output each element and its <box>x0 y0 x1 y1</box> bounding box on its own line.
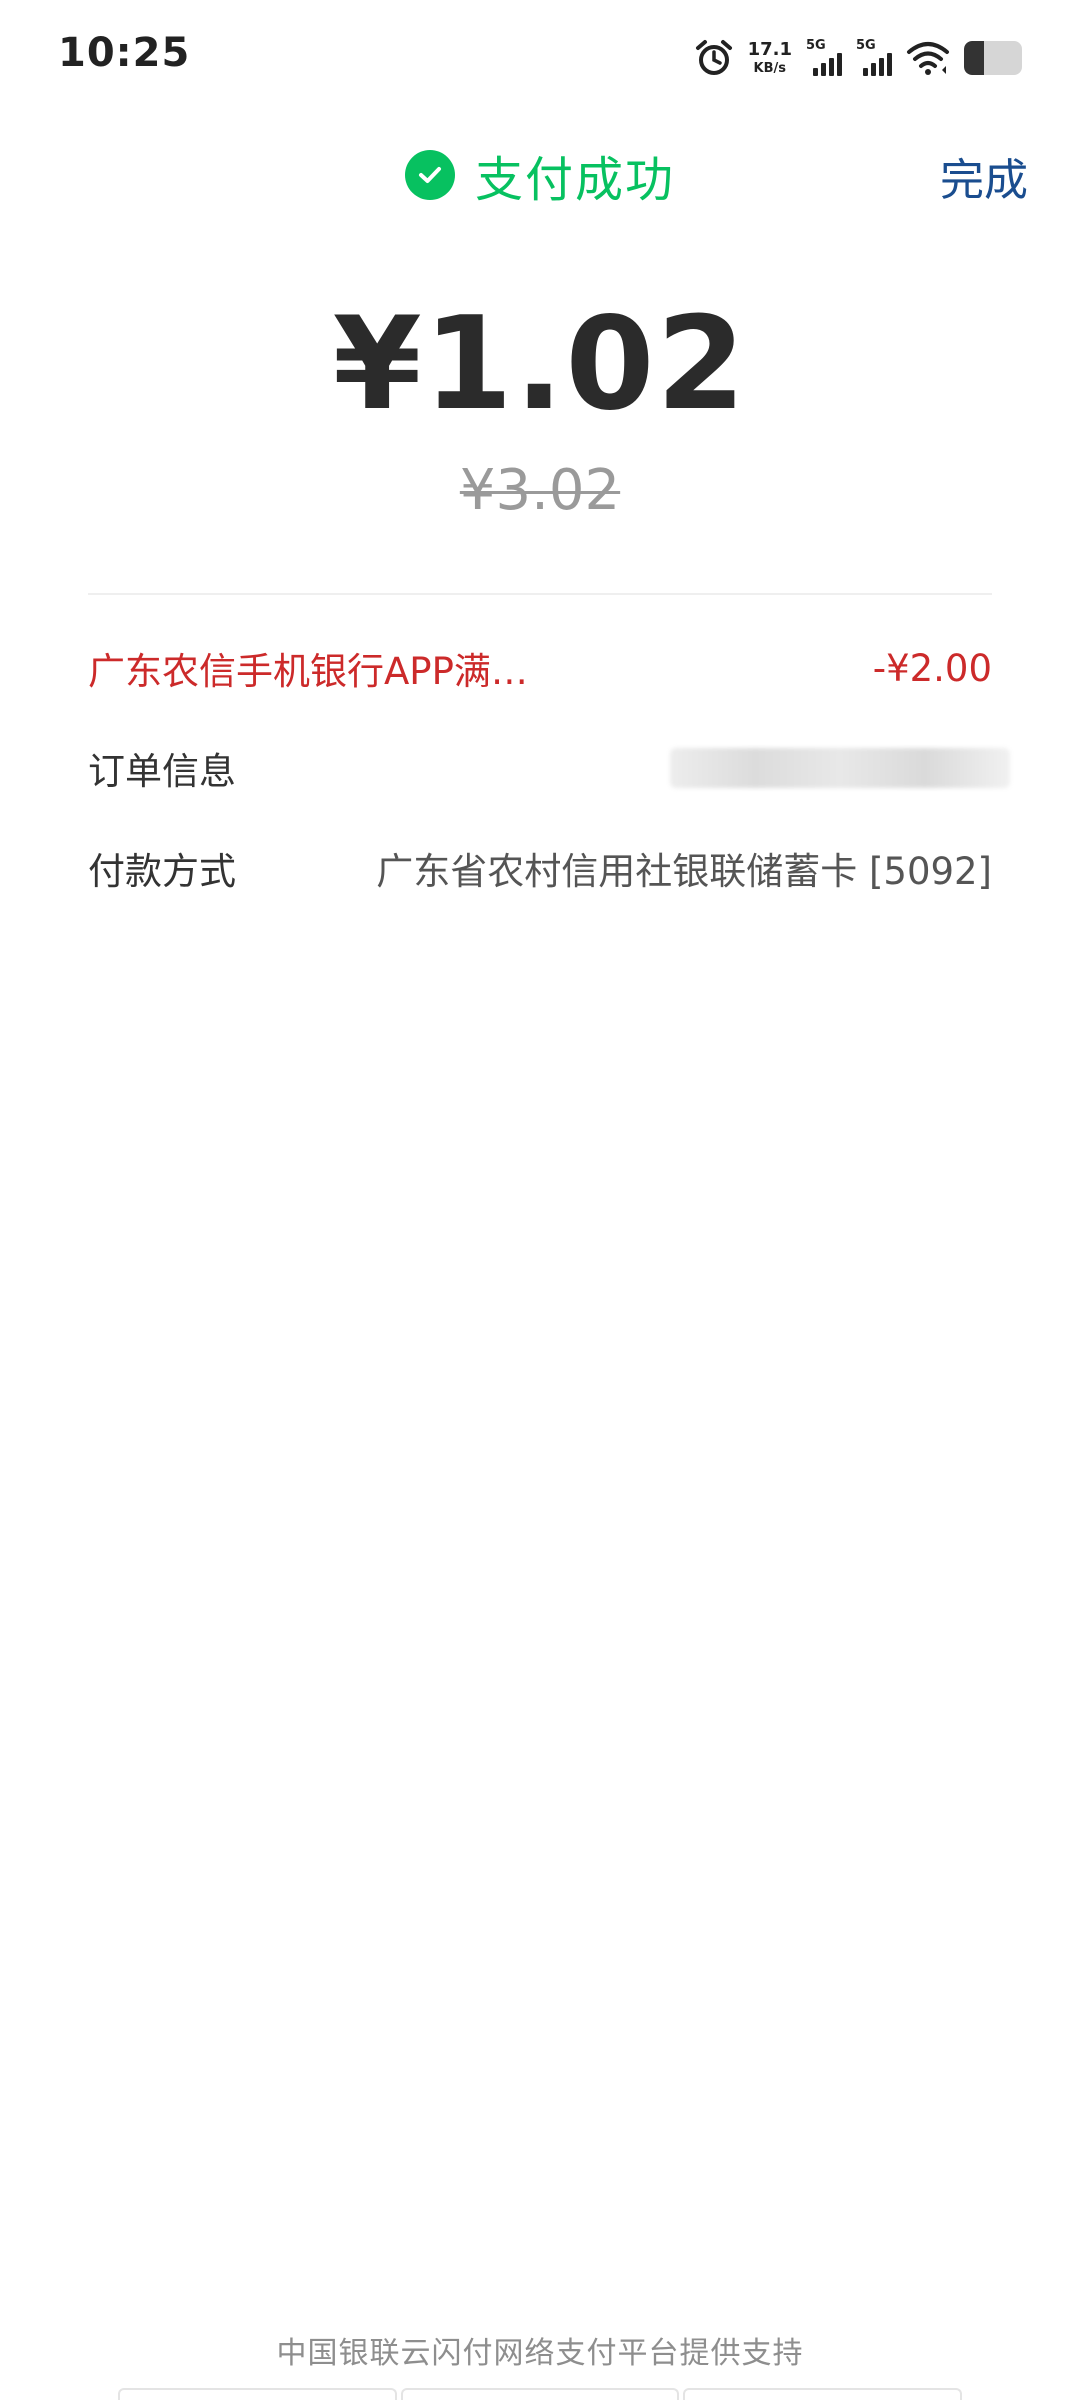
status-bar: 10:25 17.1 KB/s 5G 5G <box>0 0 1080 120</box>
wifi-icon <box>906 40 950 76</box>
signal-5g-2-icon: 5G <box>856 38 892 78</box>
done-button[interactable]: 完成 <box>940 144 1028 208</box>
success-check-icon <box>404 150 455 200</box>
order-info-row[interactable]: 订单信息 <box>88 738 1010 798</box>
status-icons: 17.1 KB/s 5G 5G <box>694 34 1022 82</box>
discount-label: 广东农信手机银行APP满… <box>88 650 528 693</box>
order-info-redacted-value <box>670 748 1010 788</box>
footer-bar <box>118 2388 963 2400</box>
signal-5g-1-label: 5G <box>806 38 826 53</box>
network-speed-unit: KB/s <box>753 61 787 76</box>
order-info-label: 订单信息 <box>88 750 236 793</box>
discount-value: -¥2.00 <box>872 646 992 690</box>
divider <box>88 593 992 595</box>
battery-icon <box>964 41 1022 75</box>
footer-text: 中国银联云闪付网络支付平台提供支持 <box>276 2336 804 2371</box>
discount-row[interactable]: 广东农信手机银行APP满… -¥2.00 <box>88 638 992 698</box>
network-speed-value: 17.1 <box>747 39 792 60</box>
header: 支付成功 完成 <box>0 130 1080 220</box>
alarm-icon <box>694 38 734 78</box>
payment-method-label: 付款方式 <box>88 850 236 893</box>
status-time: 10:25 <box>58 30 191 76</box>
paid-amount: ¥1.02 <box>332 290 748 439</box>
original-amount: ¥3.02 <box>459 458 621 523</box>
network-speed: 17.1 KB/s <box>747 39 792 76</box>
payment-method-row: 付款方式 广东省农村信用社银联储蓄卡 [5092] <box>88 838 992 898</box>
page-title: 支付成功 <box>474 152 675 208</box>
payment-method-value: 广东省农村信用社银联储蓄卡 [5092] <box>376 850 992 893</box>
signal-5g-1-icon: 5G <box>806 38 842 78</box>
title-wrap: 支付成功 <box>0 130 1080 220</box>
signal-5g-2-label: 5G <box>856 38 876 53</box>
payment-success-page: 10:25 17.1 KB/s 5G 5G 支付成功 完成 ¥1.02 ¥3.0… <box>0 0 1080 2400</box>
